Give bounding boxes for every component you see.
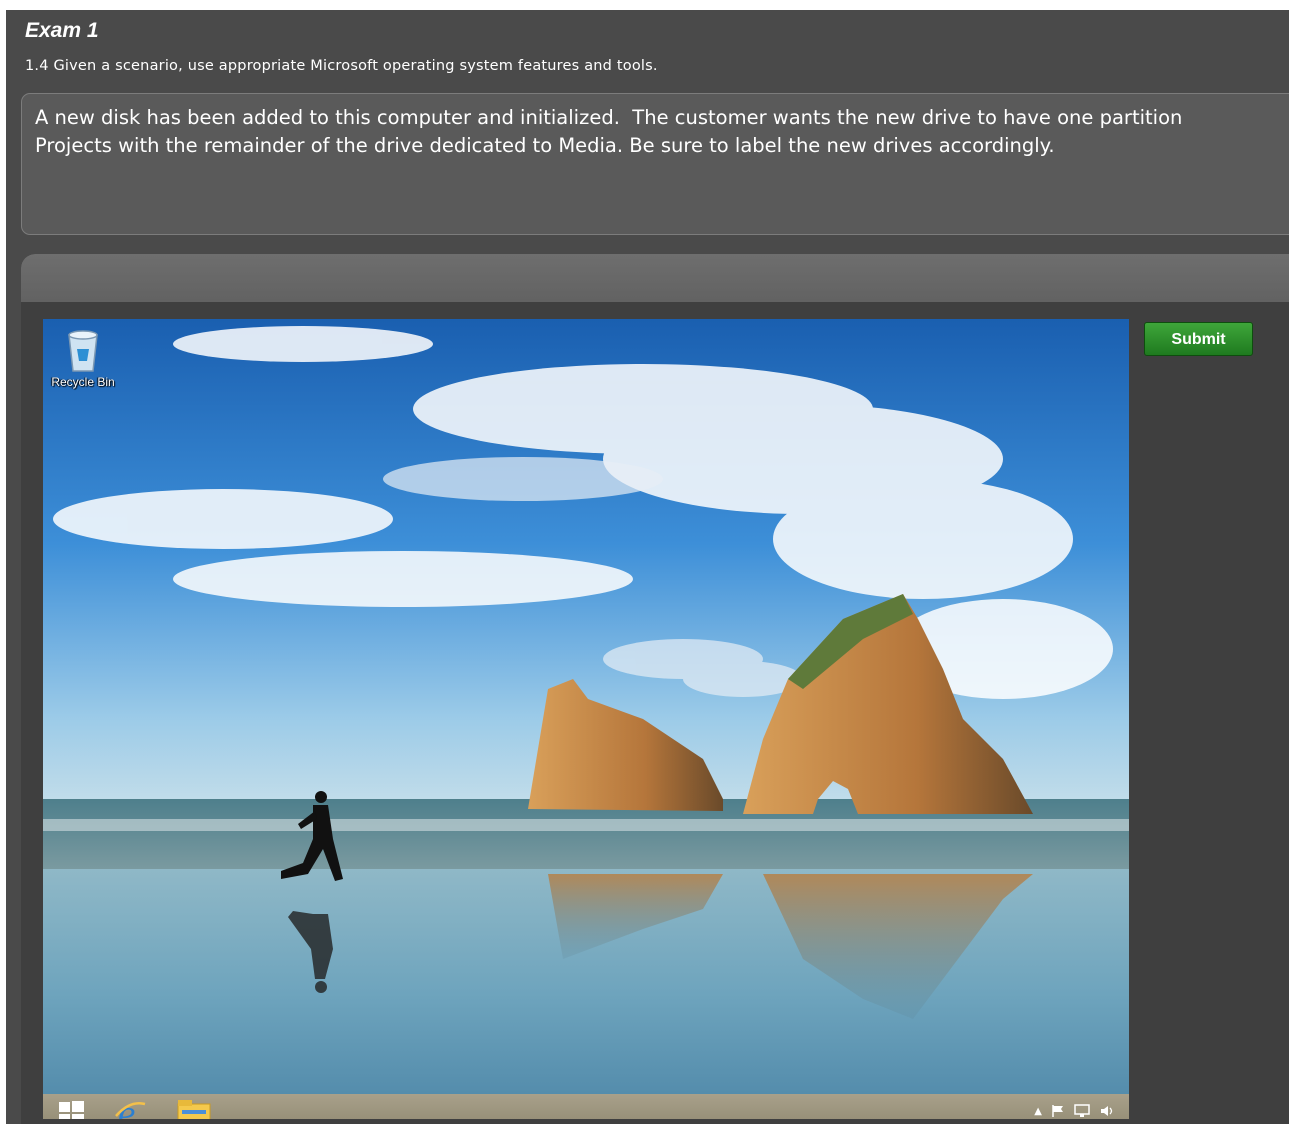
windows-desktop[interactable]: Recycle Bin e ▲	[43, 319, 1129, 1119]
question-text: A new disk has been added to this comput…	[35, 106, 1183, 157]
submit-button[interactable]: Submit	[1144, 322, 1253, 356]
system-tray: ▲	[1034, 1104, 1115, 1118]
exam-title: Exam 1	[25, 19, 99, 42]
svg-text:e: e	[118, 1098, 136, 1119]
chevron-up-icon[interactable]: ▲	[1034, 1106, 1042, 1117]
desktop-wallpaper	[43, 319, 1129, 1119]
internet-explorer-icon: e	[115, 1097, 146, 1119]
flag-icon[interactable]	[1051, 1104, 1065, 1118]
start-button[interactable]	[57, 1098, 85, 1119]
network-icon[interactable]	[1074, 1104, 1090, 1118]
recycle-bin-icon	[68, 330, 98, 372]
recycle-bin-label: Recycle Bin	[51, 375, 115, 389]
simulation-header	[21, 254, 1289, 302]
recycle-bin-shortcut[interactable]: Recycle Bin	[48, 327, 118, 389]
internet-explorer-button[interactable]: e	[113, 1097, 147, 1119]
objective-text: 1.4 Given a scenario, use appropriate Mi…	[25, 58, 658, 74]
simulation-panel: Recycle Bin e ▲ Submit	[21, 254, 1289, 1124]
start-icon	[59, 1101, 84, 1119]
file-explorer-button[interactable]	[176, 1098, 212, 1119]
exam-window: Exam 1 1.4 Given a scenario, use appropr…	[6, 10, 1289, 1124]
volume-icon[interactable]	[1099, 1104, 1115, 1118]
taskbar: e ▲	[43, 1094, 1129, 1119]
file-explorer-icon	[177, 1100, 211, 1119]
question-box: A new disk has been added to this comput…	[21, 93, 1289, 235]
